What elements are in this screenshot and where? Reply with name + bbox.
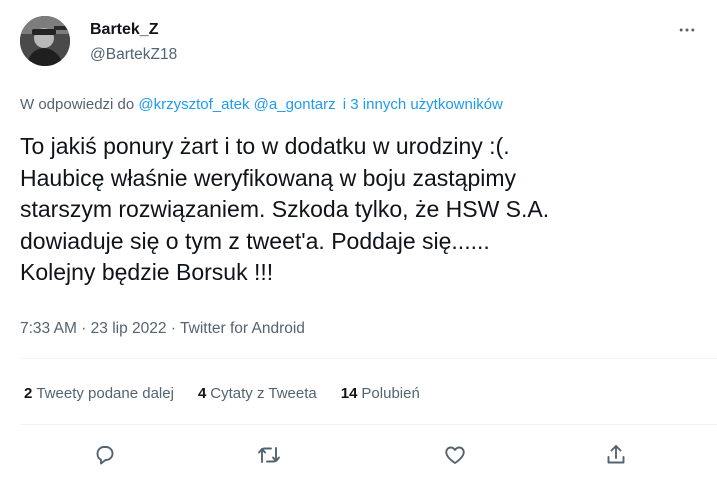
reply-icon xyxy=(96,446,114,465)
tweet-time[interactable]: 7:33 AM xyxy=(20,320,77,337)
retweets-label: Tweety podane dalej xyxy=(36,385,174,402)
likes-stat[interactable]: 14 Polubień xyxy=(341,385,420,402)
share-icon xyxy=(607,445,625,464)
retweet-icon xyxy=(258,447,280,463)
reply-context: W odpowiedzi do @krzysztof_atek @a_gonta… xyxy=(20,96,503,113)
quotes-stat[interactable]: 4 Cytaty z Tweeta xyxy=(198,385,317,402)
avatar[interactable] xyxy=(20,16,70,66)
retweets-count: 2 xyxy=(24,385,33,402)
like-button[interactable] xyxy=(440,440,470,470)
meta-separator: · xyxy=(81,320,91,337)
tweet-text: To jakiś ponury żart i to w dodatku w ur… xyxy=(20,133,550,285)
heart-icon xyxy=(445,446,465,464)
more-horizontal-icon xyxy=(679,28,695,32)
retweet-button[interactable] xyxy=(254,440,284,470)
others-link[interactable]: i 3 innych użytkowników xyxy=(343,96,503,113)
author-handle[interactable]: @BartekZ18 xyxy=(90,46,177,64)
divider xyxy=(20,358,717,359)
mention-link[interactable]: @a_gontarz xyxy=(254,96,336,113)
avatar-image xyxy=(20,16,70,66)
quotes-label: Cytaty z Tweeta xyxy=(210,385,317,402)
tweet-stats: 2 Tweety podane dalej 4 Cytaty z Tweeta 14… xyxy=(24,385,420,402)
tweet-date[interactable]: 23 lip 2022 xyxy=(91,320,167,337)
likes-label: Polubień xyxy=(361,385,420,402)
more-options-button[interactable] xyxy=(675,20,699,40)
retweets-stat[interactable]: 2 Tweety podane dalej xyxy=(24,385,174,402)
mention-link[interactable]: @krzysztof_atek xyxy=(138,96,249,113)
share-button[interactable] xyxy=(601,440,631,470)
author-name[interactable]: Bartek_Z xyxy=(90,21,158,39)
action-bar xyxy=(0,440,717,470)
tweet-meta: 7:33 AM · 23 lip 2022 · Twitter for Andr… xyxy=(20,320,305,338)
divider xyxy=(20,424,717,425)
tweet-source[interactable]: Twitter for Android xyxy=(180,320,305,337)
reply-button[interactable] xyxy=(90,440,120,470)
reply-prefix: W odpowiedzi do xyxy=(20,96,135,113)
meta-separator: · xyxy=(170,320,181,337)
likes-count: 14 xyxy=(340,385,358,402)
quotes-count: 4 xyxy=(197,385,207,402)
